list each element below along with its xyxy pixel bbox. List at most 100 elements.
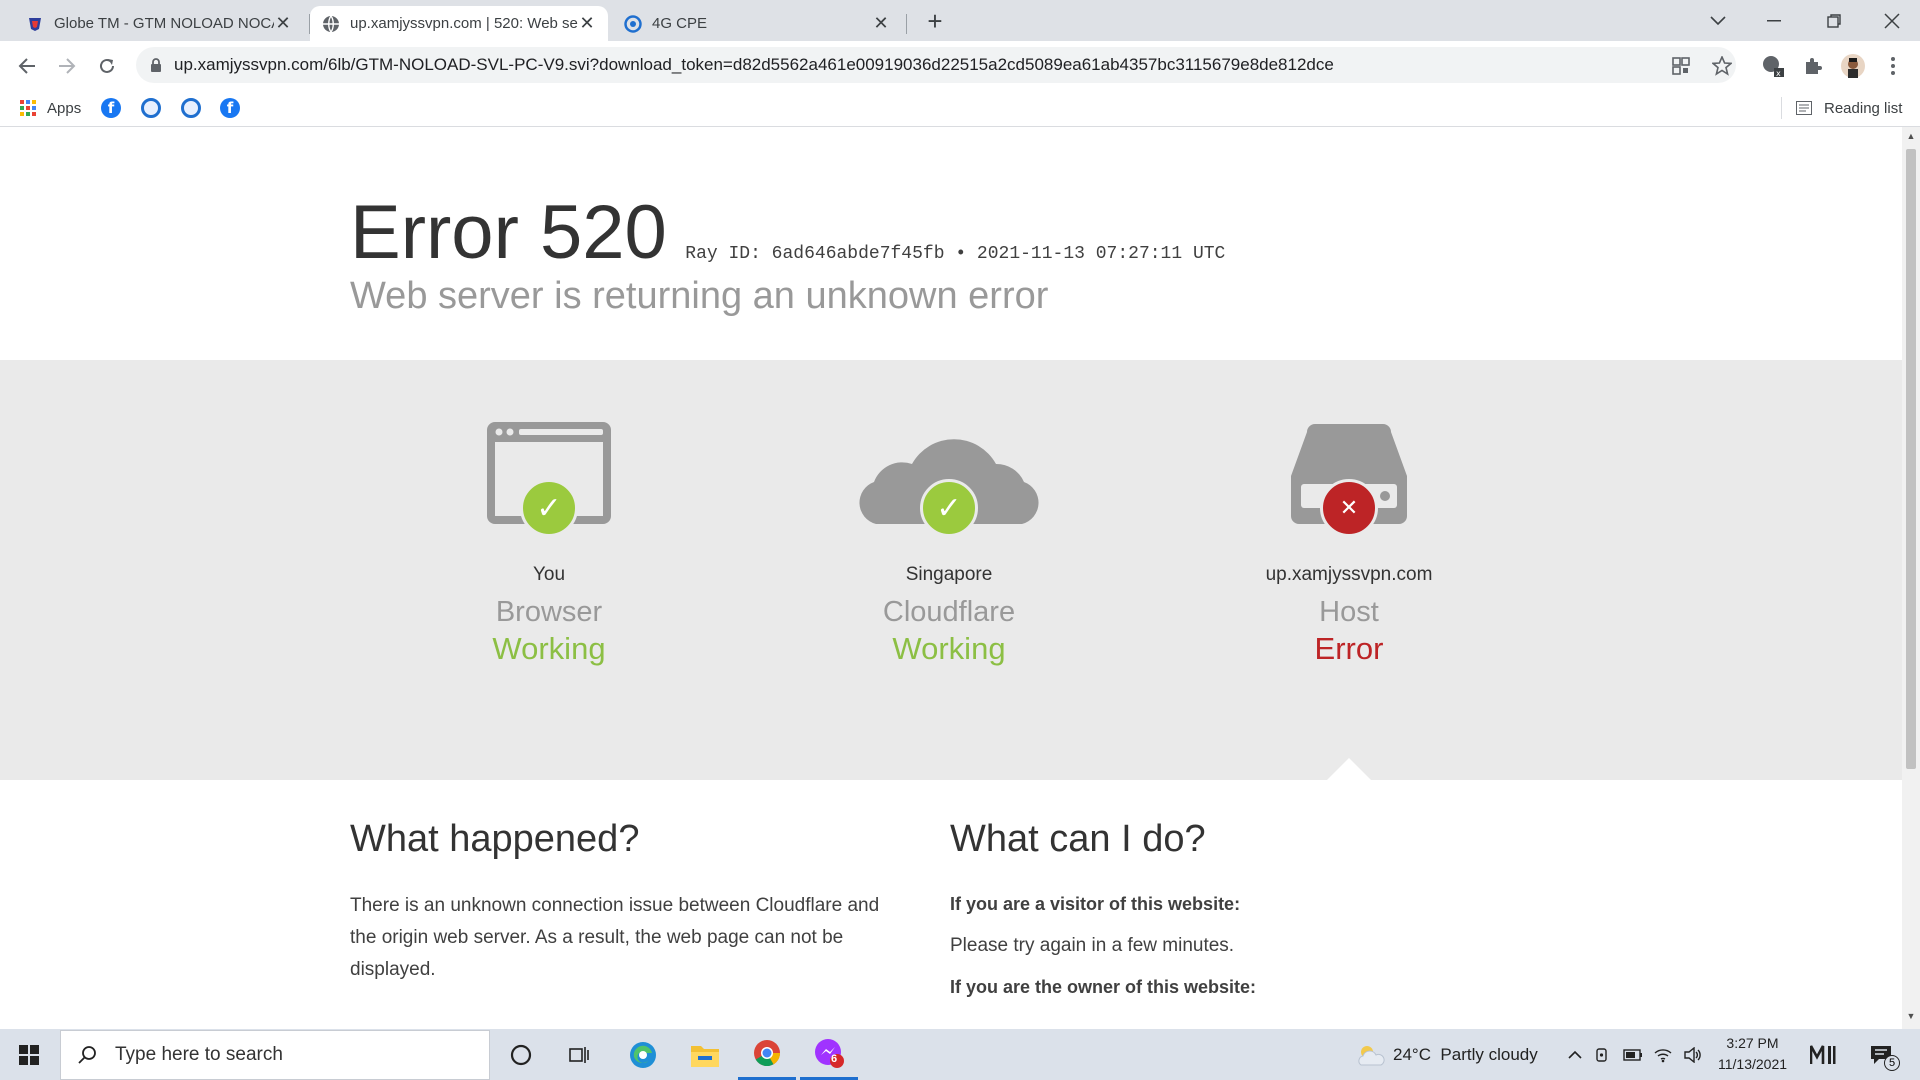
error-subtitle: Web server is returning an unknown error [350, 275, 1049, 317]
bookmark-edge-page[interactable] [181, 97, 201, 119]
messenger-icon [815, 1039, 844, 1068]
reading-list-button[interactable]: Reading list [1796, 97, 1902, 119]
taskbar-file-explorer[interactable] [676, 1029, 734, 1080]
notifications-button[interactable]: 5 [1856, 1029, 1906, 1080]
page-scrollbar[interactable]: ▲ ▼ [1902, 127, 1920, 1029]
scroll-down-arrow-icon[interactable]: ▼ [1906, 1011, 1916, 1021]
tab-search-chevron-icon[interactable] [1690, 0, 1746, 41]
status-value: Error [1314, 631, 1384, 666]
status-band: ✓ You Browser Working ✓ Singapore Cloudf… [0, 360, 1902, 780]
taskbar-m-app[interactable] [1800, 1029, 1846, 1080]
tab-separator [906, 14, 907, 34]
reading-list-label: Reading list [1824, 99, 1903, 117]
visitor-text: Please try again in a few minutes. [950, 935, 1235, 956]
extensions-puzzle-icon[interactable] [1800, 53, 1826, 79]
info-section: What happened? There is an unknown conne… [0, 780, 1902, 1029]
search-placeholder: Type here to search [115, 1044, 283, 1065]
edge-favicon-icon [624, 14, 642, 33]
new-tab-button[interactable]: + [920, 6, 950, 37]
status-value: Working [492, 631, 606, 666]
error-code: Error 520 [350, 190, 667, 275]
close-tab-icon[interactable]: ✕ [274, 13, 292, 34]
search-icon [78, 1046, 96, 1064]
facebook-icon: f [220, 98, 240, 118]
status-host: ✕ up.xamjyssvpn.com Host Error [1199, 420, 1499, 667]
tab-error-520[interactable]: up.xamjyssvpn.com | 520: Web se ✕ [310, 6, 608, 41]
wifi-icon[interactable] [1650, 1029, 1676, 1080]
globe-icon [323, 15, 339, 32]
profile-avatar[interactable] [1840, 53, 1866, 79]
bookmark-facebook[interactable]: f [101, 97, 121, 119]
windows-logo-icon [19, 1044, 39, 1065]
scroll-up-arrow-icon[interactable]: ▲ [1906, 131, 1916, 141]
tray-overflow-chevron-icon[interactable] [1562, 1029, 1588, 1080]
m-logo-icon [1810, 1044, 1836, 1064]
apps-label: Apps [47, 99, 82, 117]
cortana-circle-icon [510, 1044, 532, 1065]
error-timestamp: 2021-11-13 07:27:11 UTC [976, 244, 1226, 264]
meet-now-icon[interactable] [1590, 1029, 1616, 1080]
error-header: Error 520 Ray ID: 6ad646abde7f45fb • 202… [350, 189, 1225, 276]
lock-icon[interactable] [150, 57, 162, 73]
tab-4g-cpe[interactable]: 4G CPE ✕ [612, 6, 902, 41]
address-bar[interactable]: up.xamjyssvpn.com/6lb/GTM-NOLOAD-SVL-PC-… [136, 47, 1736, 83]
edge-browser-icon [630, 1041, 656, 1068]
bookmarks-bar: Apps f f Reading list [0, 89, 1920, 127]
status-value: Working [892, 631, 1006, 666]
restore-button[interactable] [1806, 0, 1862, 41]
facebook-icon: f [101, 98, 121, 118]
check-icon: ✓ [520, 479, 578, 537]
partly-cloudy-icon [1358, 1045, 1385, 1065]
error-pointer-arrow [1327, 758, 1371, 780]
status-cloudflare: ✓ Singapore Cloudflare Working [799, 420, 1099, 667]
bookmark-apps[interactable]: Apps [20, 97, 81, 119]
folder-icon [691, 1045, 719, 1067]
url-text: up.xamjyssvpn.com/6lb/GTM-NOLOAD-SVL-PC-… [174, 55, 1334, 74]
ray-id: Ray ID: 6ad646abde7f45fb • 2021-11-13 07… [685, 244, 1226, 264]
qr-code-icon[interactable] [1668, 53, 1694, 79]
taskbar-chrome[interactable] [738, 1029, 796, 1080]
check-icon: ✓ [920, 479, 978, 537]
svg-text:x: x [1776, 69, 1781, 78]
tab-title: Globe TM - GTM NOLOAD NOCA [54, 15, 274, 32]
close-window-button[interactable] [1864, 0, 1920, 41]
status-browser: ✓ You Browser Working [399, 420, 699, 667]
weather-widget[interactable]: 24°C Partly cloudy [1355, 1029, 1538, 1080]
taskbar-edge[interactable] [614, 1029, 672, 1080]
tab-title: 4G CPE [652, 15, 708, 32]
notification-count-badge: 5 [1884, 1055, 1900, 1071]
bookmark-star-icon[interactable] [1709, 53, 1735, 79]
taskbar-messenger[interactable]: 6 [800, 1029, 858, 1080]
menu-kebab-icon[interactable] [1880, 53, 1906, 79]
forward-arrow-icon[interactable] [50, 49, 84, 83]
clock-date: 11/13/2021 [1717, 1056, 1788, 1072]
start-button[interactable] [0, 1029, 58, 1080]
battery-icon[interactable] [1620, 1029, 1646, 1080]
globe-tm-favicon-icon [29, 17, 41, 31]
what-happened-title: What happened? [350, 818, 640, 860]
task-view-button[interactable] [550, 1029, 608, 1080]
status-name: Host [1319, 596, 1379, 628]
status-location: You [532, 564, 566, 585]
close-tab-icon[interactable]: ✕ [578, 13, 596, 34]
reload-icon[interactable] [90, 49, 124, 83]
back-arrow-icon[interactable] [10, 49, 44, 83]
ray-id-text: Ray ID: 6ad646abde7f45fb [685, 244, 945, 264]
status-location: Singapore [905, 564, 993, 585]
tab-title: up.xamjyssvpn.com | 520: Web se [350, 15, 578, 32]
apps-grid-icon [20, 100, 36, 116]
error-x-icon: ✕ [1320, 479, 1378, 537]
minimize-button[interactable] [1746, 0, 1802, 41]
edge-page-icon [141, 98, 161, 118]
close-tab-icon[interactable]: ✕ [872, 13, 890, 34]
cortana-button[interactable] [492, 1029, 550, 1080]
taskbar-search-box[interactable]: Type here to search [60, 1030, 490, 1080]
status-name: Browser [495, 596, 603, 628]
windows-taskbar: Type here to search 6 24°C Partly cloudy… [0, 1029, 1920, 1080]
system-clock[interactable]: 3:27 PM 11/13/2021 [1700, 1033, 1805, 1075]
bookmark-edge-page[interactable] [141, 97, 161, 119]
scrollbar-thumb[interactable] [1906, 149, 1916, 769]
tab-globe[interactable]: Globe TM - GTM NOLOAD NOCA ✕ [14, 6, 304, 41]
bookmark-facebook[interactable]: f [220, 97, 240, 119]
extension-globe-icon[interactable]: x [1760, 53, 1786, 79]
